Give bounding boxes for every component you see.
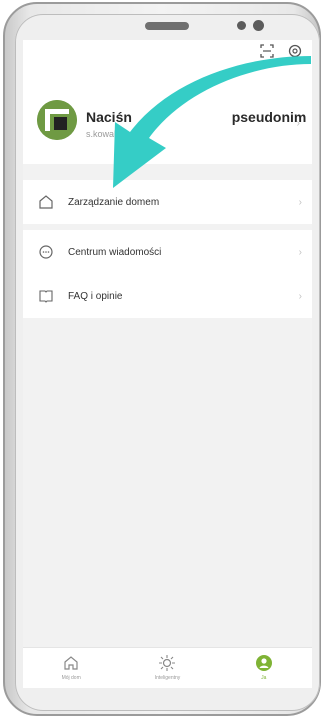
tab-label-my-home: Mój dom xyxy=(61,675,81,681)
tab-label-me: Ja xyxy=(261,675,267,681)
home-icon xyxy=(64,656,78,670)
profile-name-start: Naciśn xyxy=(86,109,132,125)
phone-camera xyxy=(253,20,264,31)
tab-label-smart: Inteligentny xyxy=(154,675,181,681)
menu-label-faq: FAQ i opinie xyxy=(68,290,123,302)
profile-name[interactable]: Naciśn pseudonim xyxy=(86,109,306,125)
tab-my-home[interactable]: Mój dom xyxy=(23,648,119,688)
bottom-navigation: Mój dom Inteligentny Ja xyxy=(23,647,312,688)
phone-speaker xyxy=(145,22,189,30)
menu-label-message-center: Centrum wiadomości xyxy=(68,246,162,258)
chevron-right-icon: › xyxy=(298,246,302,258)
message-icon xyxy=(39,245,53,259)
top-icons xyxy=(260,44,302,58)
phone-frame: Naciśn pseudonim s.kowalsk › Zarządzanie… xyxy=(3,2,321,716)
chevron-right-icon: › xyxy=(298,196,302,208)
menu-group-home: Zarządzanie domem › xyxy=(23,180,312,224)
avatar-logo-icon xyxy=(37,100,77,140)
menu-item-faq[interactable]: FAQ i opinie › xyxy=(23,274,312,318)
profile-email: s.kowalsk xyxy=(86,129,126,139)
home-icon xyxy=(39,195,53,209)
profile-name-end: pseudonim xyxy=(231,109,307,125)
chevron-right-icon: › xyxy=(298,290,302,302)
menu-item-home-management[interactable]: Zarządzanie domem › xyxy=(23,180,312,224)
scan-icon[interactable] xyxy=(260,44,274,58)
faq-icon xyxy=(39,290,53,303)
profile-card[interactable]: Naciśn pseudonim s.kowalsk › xyxy=(23,40,312,164)
chevron-right-icon: › xyxy=(296,118,300,129)
menu-item-message-center[interactable]: Centrum wiadomości › xyxy=(23,230,312,274)
phone-sensor xyxy=(237,21,246,30)
avatar[interactable] xyxy=(37,100,77,140)
menu-label-home-management: Zarządzanie domem xyxy=(68,196,160,208)
tab-smart[interactable]: Inteligentny xyxy=(119,648,215,688)
settings-icon[interactable] xyxy=(288,44,302,58)
user-icon xyxy=(255,655,272,671)
menu-group-support: Centrum wiadomości › FAQ i opinie › xyxy=(23,230,312,318)
app-screen: Naciśn pseudonim s.kowalsk › Zarządzanie… xyxy=(23,40,312,688)
tab-me[interactable]: Ja xyxy=(216,648,312,688)
sun-icon xyxy=(159,655,176,671)
